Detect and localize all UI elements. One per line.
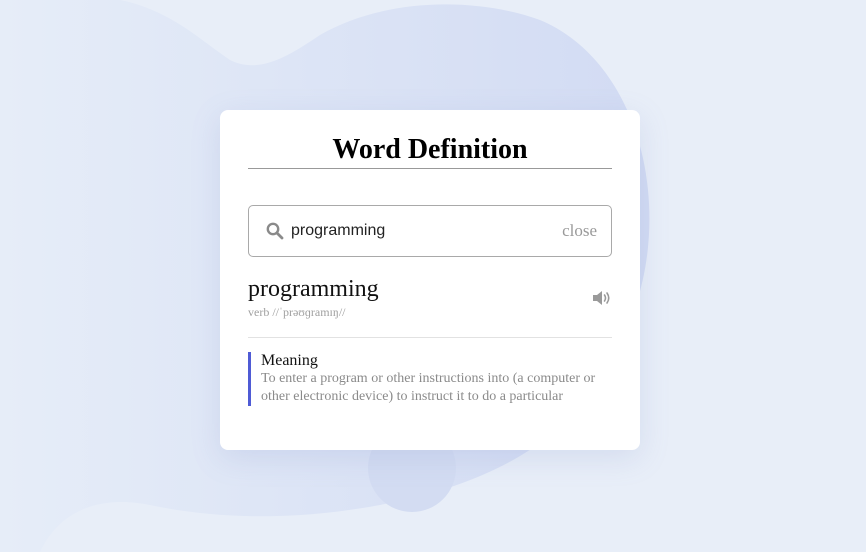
meaning-text: To enter a program or other instructions… <box>261 371 596 404</box>
meaning-section: Meaning To enter a program or other inst… <box>248 352 612 406</box>
word-header: programming verb //ˈprəʊɡramɪŋ// <box>248 275 612 338</box>
speaker-icon[interactable] <box>592 290 612 306</box>
close-button[interactable]: close <box>562 221 597 241</box>
word-details: programming verb //ˈprəʊɡramɪŋ// <box>248 275 379 320</box>
search-box[interactable]: close <box>248 205 612 257</box>
meaning-label: Meaning <box>261 352 318 369</box>
word-title: programming <box>248 276 379 302</box>
phonetic-text: verb //ˈprəʊɡramɪŋ// <box>248 305 346 319</box>
definition-card: Word Definition close programming verb /… <box>220 110 640 450</box>
search-input[interactable] <box>291 219 563 243</box>
page-title: Word Definition <box>248 134 612 169</box>
search-icon <box>265 221 285 241</box>
